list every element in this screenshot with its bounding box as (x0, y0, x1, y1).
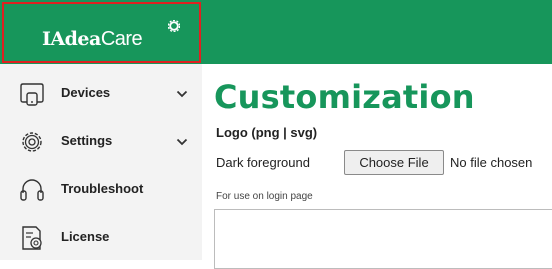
sidebar-item-label: Devices (61, 85, 111, 100)
sidebar-item-license[interactable]: License (0, 214, 202, 262)
logo-section-label: Logo (png | svg) (216, 125, 318, 140)
headset-icon (20, 179, 44, 201)
sidebar-item-label: License (61, 229, 110, 244)
login-page-hint: For use on login page (216, 191, 313, 202)
brand-name-light: Care (100, 28, 143, 50)
monitor-icon (20, 83, 44, 106)
sidebar-item-label: Settings (61, 133, 113, 148)
no-file-chosen-text: No file chosen (450, 155, 533, 170)
chevron-down-icon (176, 138, 188, 146)
choose-file-button[interactable]: Choose File (344, 150, 444, 175)
dark-foreground-label: Dark foreground (216, 155, 310, 170)
brand-logo-highlight[interactable]: IAdeaCare (2, 2, 201, 63)
logo-preview-area[interactable] (214, 209, 552, 269)
sidebar-item-devices[interactable]: Devices (0, 70, 202, 118)
brand-name-bold: IAdea (42, 28, 101, 50)
license-icon (22, 226, 42, 250)
gear-icon (22, 132, 42, 152)
brand-logo: IAdeaCare (42, 27, 143, 51)
sidebar-item-label: Troubleshoot (61, 181, 144, 196)
brand-gear-icon (168, 20, 180, 32)
sidebar-item-troubleshoot[interactable]: Troubleshoot (0, 166, 202, 214)
main-content: Customization Logo (png | svg) Dark fore… (202, 64, 552, 269)
top-bar: IAdeaCare (0, 0, 552, 64)
page-title: Customization (214, 78, 475, 116)
chevron-down-icon (176, 90, 188, 98)
sidebar: Devices Settings Troubleshoot License (0, 64, 202, 260)
sidebar-item-settings[interactable]: Settings (0, 118, 202, 166)
